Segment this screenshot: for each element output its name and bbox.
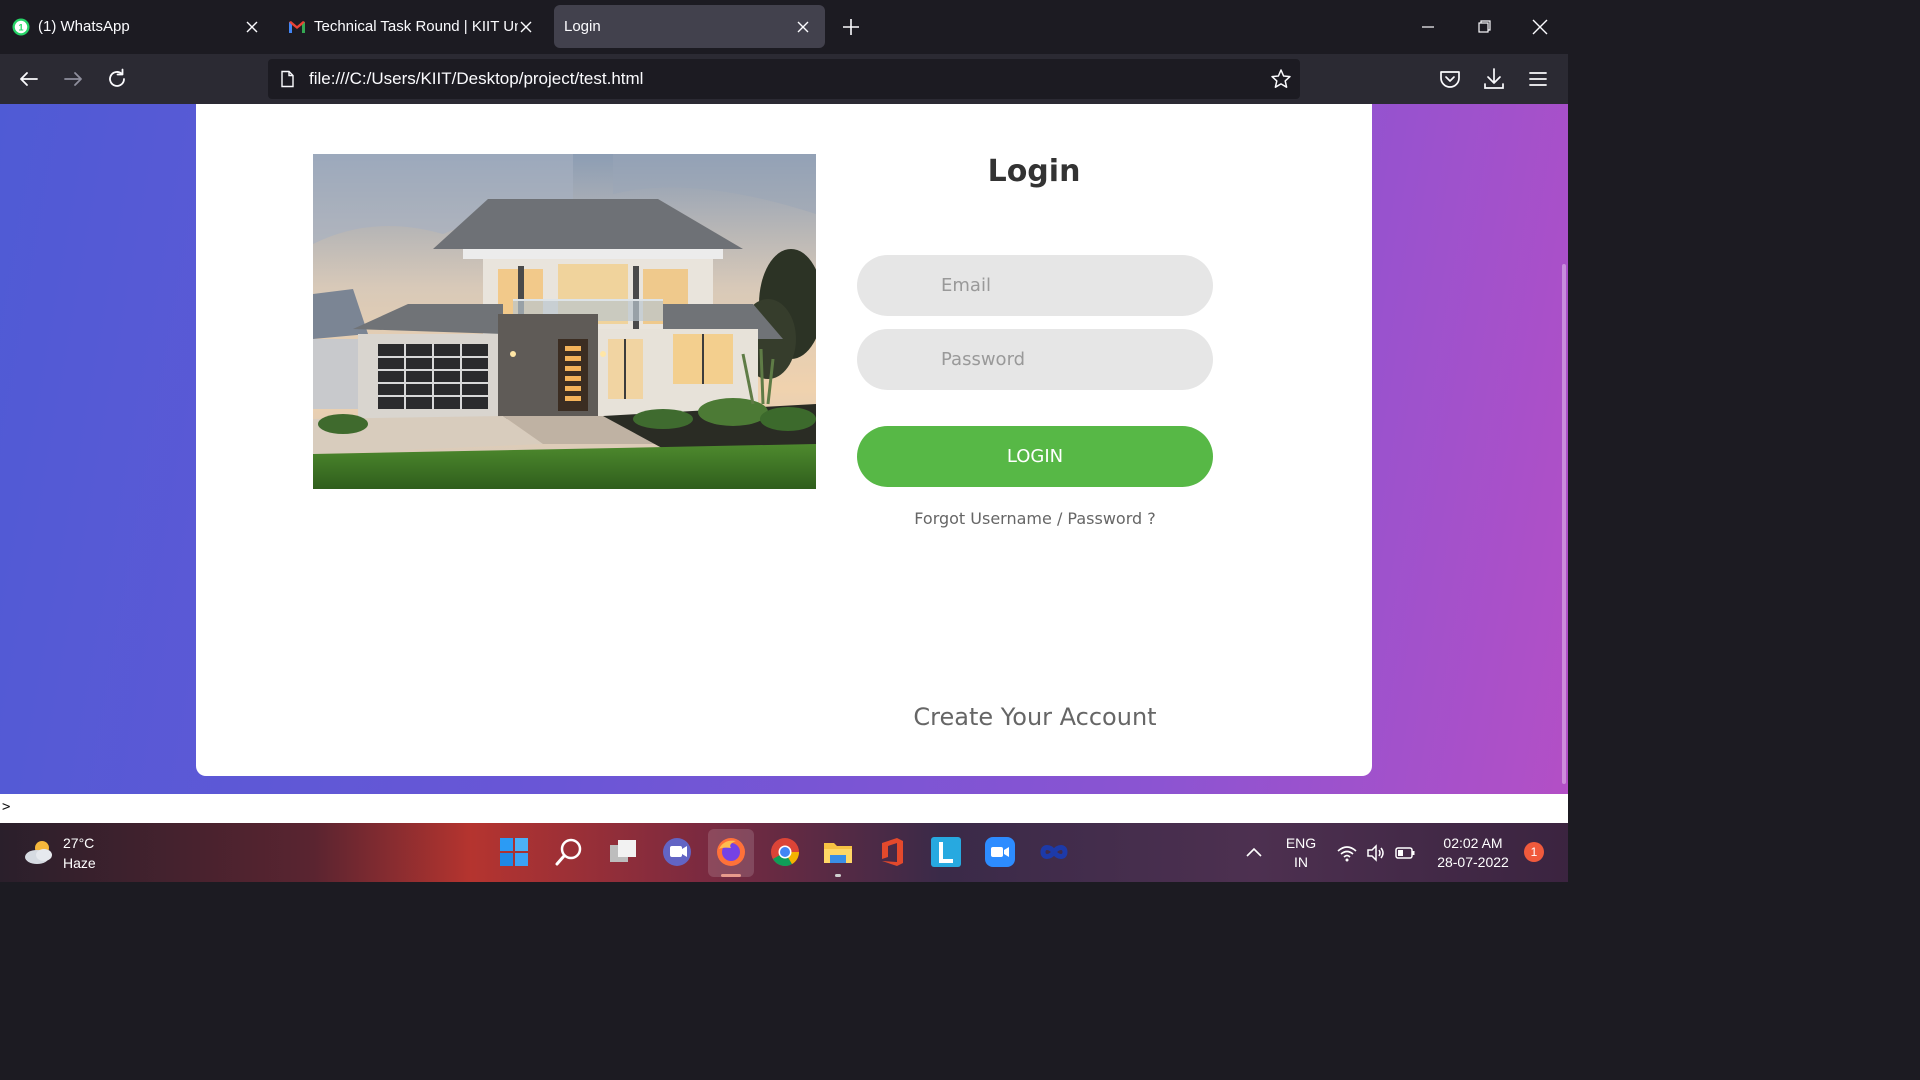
chrome-icon[interactable] (768, 835, 802, 869)
console-strip: > (0, 794, 1568, 823)
minimize-icon[interactable] (1415, 14, 1441, 40)
forgot-password-link[interactable]: Forgot Username / Password ? (857, 509, 1213, 528)
console-prompt[interactable]: > (2, 799, 10, 815)
language-indicator[interactable]: ENG (1282, 835, 1320, 851)
house-image (313, 154, 816, 489)
tab-title: Technical Task Round | KIIT Univ (314, 18, 518, 35)
navigation-bar: file:///C:/Users/KIIT/Desktop/project/te… (0, 54, 1568, 104)
url-bar[interactable]: file:///C:/Users/KIIT/Desktop/project/te… (268, 59, 1300, 99)
battery-icon[interactable] (1394, 842, 1416, 864)
menu-icon[interactable] (1525, 66, 1551, 92)
whatsapp-icon: 1 (12, 18, 30, 35)
url-text: file:///C:/Users/KIIT/Desktop/project/te… (309, 69, 644, 88)
page-content: Login LOGIN Forgot Username / Password ?… (0, 104, 1568, 794)
clock-date[interactable]: 28-07-2022 (1428, 854, 1518, 870)
tab-strip: 1 (1) WhatsApp Technical Task Round | KI… (0, 0, 1568, 54)
close-tab-icon[interactable] (793, 17, 813, 37)
tab-whatsapp[interactable]: 1 (1) WhatsApp (4, 5, 274, 48)
active-app-indicator (721, 874, 741, 877)
weather-haze-icon[interactable] (22, 837, 56, 867)
close-tab-icon[interactable] (242, 17, 262, 37)
zoom-icon[interactable] (983, 835, 1017, 869)
back-icon[interactable] (16, 66, 42, 92)
forward-icon[interactable] (60, 66, 86, 92)
gmail-icon (289, 20, 305, 33)
login-button[interactable]: LOGIN (857, 426, 1213, 487)
bookmark-star-icon[interactable] (1270, 68, 1292, 90)
tab-technical-task[interactable]: Technical Task Round | KIIT Univ (280, 5, 548, 48)
office-icon[interactable] (875, 835, 909, 869)
file-explorer-icon[interactable] (821, 835, 855, 869)
wifi-icon[interactable] (1336, 842, 1358, 864)
clock-time[interactable]: 02:02 AM (1428, 835, 1518, 851)
windows-start-icon[interactable] (497, 835, 531, 869)
notification-badge[interactable]: 1 (1524, 842, 1544, 862)
taskbar: 27°C Haze ENG IN 02:02 AM 28-07-2022 1 (0, 823, 1568, 882)
svg-text:1: 1 (18, 22, 23, 32)
teams-chat-icon[interactable] (660, 835, 694, 869)
tab-title: Login (564, 18, 601, 35)
login-title: Login (987, 154, 1081, 189)
login-card: Login LOGIN Forgot Username / Password ?… (196, 104, 1372, 776)
page-scrollbar[interactable] (1562, 264, 1566, 784)
region-indicator[interactable]: IN (1282, 854, 1320, 870)
search-icon[interactable] (552, 835, 586, 869)
firefox-icon[interactable] (714, 835, 748, 869)
running-app-indicator (835, 874, 841, 877)
chevron-up-icon[interactable] (1243, 842, 1265, 864)
task-view-icon[interactable] (606, 835, 640, 869)
password-field[interactable] (857, 329, 1213, 390)
tab-title: (1) WhatsApp (38, 18, 130, 35)
infinity-app-icon[interactable] (1037, 835, 1071, 869)
close-window-icon[interactable] (1527, 14, 1553, 40)
weather-description: Haze (63, 855, 96, 871)
l-app-icon[interactable] (929, 835, 963, 869)
restore-icon[interactable] (1471, 14, 1497, 40)
new-tab-icon[interactable] (838, 14, 864, 40)
tab-login[interactable]: Login (554, 5, 825, 48)
email-field[interactable] (857, 255, 1213, 316)
volume-icon[interactable] (1365, 842, 1387, 864)
weather-temperature: 27°C (63, 835, 95, 851)
page-icon (281, 70, 294, 88)
close-tab-icon[interactable] (516, 17, 536, 37)
downloads-icon[interactable] (1481, 66, 1507, 92)
reload-icon[interactable] (104, 66, 130, 92)
pocket-icon[interactable] (1437, 66, 1463, 92)
create-account-link[interactable]: Create Your Account (857, 703, 1213, 731)
